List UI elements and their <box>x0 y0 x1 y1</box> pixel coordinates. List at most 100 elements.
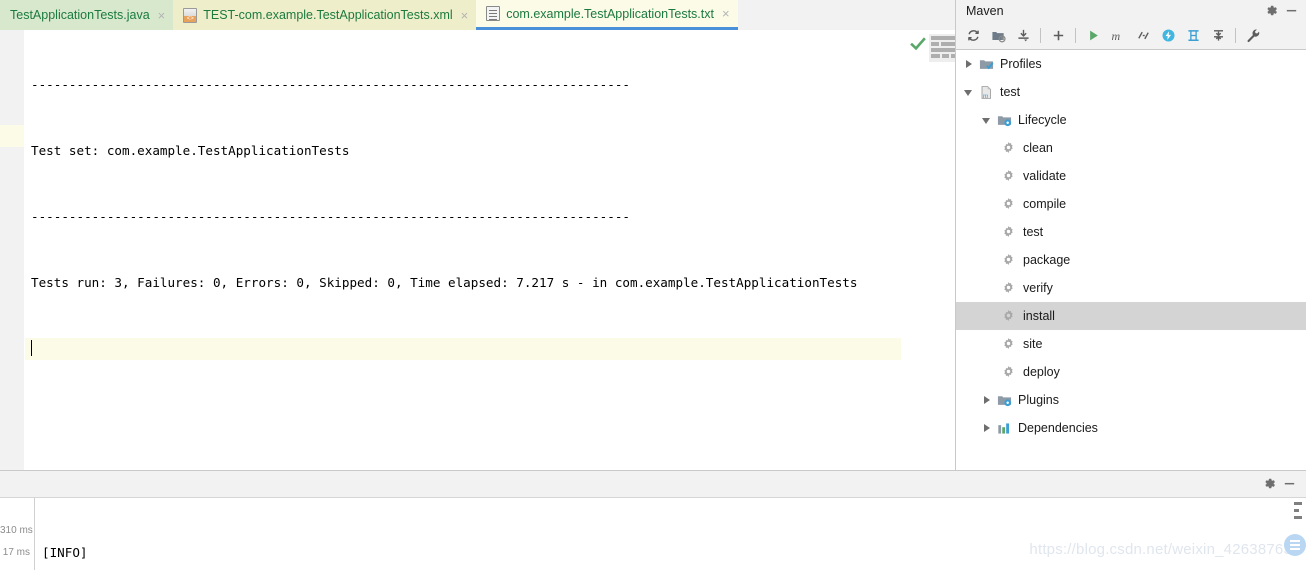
maven-project-icon: m <box>979 85 994 100</box>
console-timing-gutter: 310 ms 17 ms <box>0 498 35 570</box>
close-icon[interactable]: × <box>722 7 730 20</box>
goal-gear-icon <box>1002 365 1017 380</box>
editor-tab-java[interactable]: TestApplicationTests.java × <box>0 0 174 30</box>
maven-panel-title: Maven <box>966 4 1004 18</box>
chevron-right-icon[interactable] <box>964 59 975 70</box>
show-dependencies-icon[interactable] <box>1182 25 1204 47</box>
goal-gear-icon <box>1002 197 1017 212</box>
toggle-skip-tests-icon[interactable] <box>1132 25 1154 47</box>
console-text-content[interactable]: [INFO] [INFO] --- maven-jar-plugin:3.2.0… <box>42 498 1286 570</box>
editor-tab-bar: TestApplicationTests.java × TEST-com.exa… <box>0 0 955 30</box>
editor-text-content[interactable]: ----------------------------------------… <box>25 30 905 470</box>
dependencies-icon <box>997 421 1012 436</box>
editor-tab-txt[interactable]: com.example.TestApplicationTests.txt × <box>476 0 738 30</box>
tree-item-goal-compile[interactable]: compile <box>956 190 1306 218</box>
tree-item-label: install <box>1023 308 1055 323</box>
chevron-down-icon[interactable] <box>964 87 975 98</box>
code-minimap[interactable] <box>929 34 955 62</box>
generate-sources-icon[interactable] <box>987 25 1009 47</box>
console-scroll-marks <box>1294 502 1302 523</box>
editor-line: ----------------------------------------… <box>31 209 630 224</box>
text-caret <box>31 340 32 356</box>
timing-value: 310 ms <box>0 525 33 536</box>
hide-panel-icon[interactable] <box>1284 3 1300 19</box>
tree-item-label: package <box>1023 252 1071 267</box>
tree-item-goal-validate[interactable]: validate <box>956 162 1306 190</box>
tree-item-profiles[interactable]: Profiles <box>956 50 1306 78</box>
tree-item-goal-package[interactable]: package <box>956 246 1306 274</box>
toolbar-separator <box>1075 28 1076 43</box>
profiles-folder-icon <box>979 57 994 72</box>
chevron-right-icon[interactable] <box>982 395 993 406</box>
maven-settings-icon[interactable] <box>1242 25 1264 47</box>
reload-projects-icon[interactable] <box>962 25 984 47</box>
tree-item-label: test <box>1000 84 1021 99</box>
editor-body[interactable]: ----------------------------------------… <box>0 30 955 470</box>
tree-item-goal-install[interactable]: install <box>956 302 1306 330</box>
run-tool-window: 310 ms 17 ms [INFO] [INFO] --- maven-jar… <box>0 470 1306 570</box>
tree-item-label: Plugins <box>1018 392 1059 407</box>
goal-gear-icon <box>1002 225 1017 240</box>
toolbar-separator <box>1040 28 1041 43</box>
maven-project-tree[interactable]: Profiles m test Lifecycle clean validate… <box>956 50 1306 470</box>
editor-line: ----------------------------------------… <box>31 77 630 92</box>
editor-tab-xml[interactable]: TEST-com.example.TestApplicationTests.xm… <box>173 0 477 30</box>
tree-item-label: Lifecycle <box>1018 112 1067 127</box>
tree-item-label: compile <box>1023 196 1067 211</box>
editor-marker-strip <box>901 30 955 470</box>
tree-item-label: Profiles <box>1000 56 1042 71</box>
chevron-down-icon[interactable] <box>982 115 993 126</box>
editor-tab-label: TestApplicationTests.java <box>10 8 150 22</box>
console-output[interactable]: 310 ms 17 ms [INFO] [INFO] --- maven-jar… <box>0 498 1306 570</box>
settings-gear-icon[interactable] <box>1264 3 1280 19</box>
tree-item-lifecycle[interactable]: Lifecycle <box>956 106 1306 134</box>
add-maven-project-icon[interactable] <box>1047 25 1069 47</box>
svg-text:m: m <box>983 91 989 100</box>
collapse-all-icon[interactable] <box>1207 25 1229 47</box>
tree-item-label: validate <box>1023 168 1067 183</box>
close-icon[interactable]: × <box>158 9 166 22</box>
tree-item-goal-test[interactable]: test <box>956 218 1306 246</box>
download-sources-icon[interactable] <box>1012 25 1034 47</box>
tree-item-goal-verify[interactable]: verify <box>956 274 1306 302</box>
check-mark-icon <box>910 37 926 51</box>
goal-gear-icon <box>1002 337 1017 352</box>
xml-file-icon <box>183 7 198 23</box>
toolbar-separator <box>1235 28 1236 43</box>
current-line-gutter-highlight <box>0 125 24 147</box>
execute-maven-goal-icon[interactable]: m <box>1107 25 1129 47</box>
hide-icon[interactable] <box>1282 476 1298 492</box>
tree-item-label: verify <box>1023 280 1053 295</box>
tree-item-label: test <box>1023 224 1044 239</box>
editor-tab-label: com.example.TestApplicationTests.txt <box>506 6 714 21</box>
timing-value: 17 ms <box>2 547 30 558</box>
tree-item-goal-deploy[interactable]: deploy <box>956 358 1306 386</box>
toggle-offline-icon[interactable] <box>1157 25 1179 47</box>
tree-item-label: site <box>1023 336 1043 351</box>
tree-item-label: deploy <box>1023 364 1060 379</box>
tree-item-test-project[interactable]: m test <box>956 78 1306 106</box>
run-maven-build-icon[interactable] <box>1082 25 1104 47</box>
gear-icon[interactable] <box>1262 476 1278 492</box>
run-panel-header <box>0 471 1306 498</box>
svg-text:m: m <box>1112 29 1121 43</box>
ide-window: TestApplicationTests.java × TEST-com.exa… <box>0 0 1306 570</box>
goal-gear-icon <box>1002 281 1017 296</box>
chevron-right-icon[interactable] <box>982 423 993 434</box>
tree-item-label: clean <box>1023 140 1053 155</box>
tree-item-dependencies[interactable]: Dependencies <box>956 414 1306 442</box>
tree-item-label: Dependencies <box>1018 420 1098 435</box>
goal-gear-icon <box>1002 169 1017 184</box>
goal-gear-icon <box>1002 141 1017 156</box>
editor-area: TestApplicationTests.java × TEST-com.exa… <box>0 0 955 470</box>
csdn-logo-icon <box>1284 534 1306 556</box>
editor-current-line <box>25 338 905 360</box>
tree-item-goal-site[interactable]: site <box>956 330 1306 358</box>
tree-item-goal-clean[interactable]: clean <box>956 134 1306 162</box>
maven-toolbar: m <box>956 22 1306 50</box>
close-icon[interactable]: × <box>461 9 469 22</box>
maven-tool-window: Maven m Profiles m test Lifecycle clean … <box>955 0 1306 470</box>
timing-value <box>0 564 34 570</box>
tree-item-plugins[interactable]: Plugins <box>956 386 1306 414</box>
goal-gear-icon <box>1002 309 1017 324</box>
